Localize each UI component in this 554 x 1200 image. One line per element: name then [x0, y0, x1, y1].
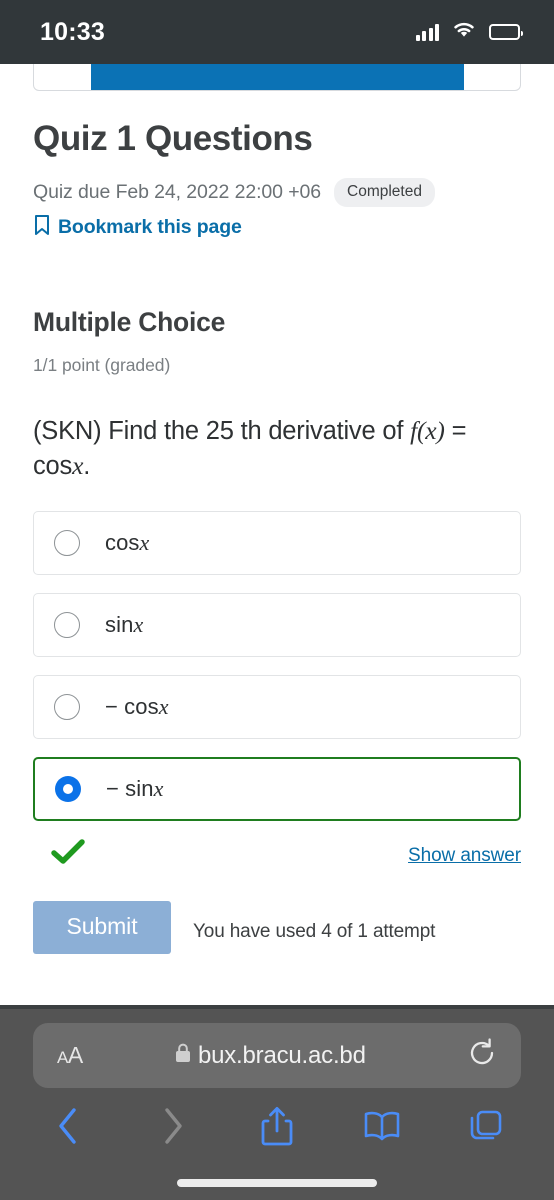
- ios-status-bar: 10:33: [0, 0, 554, 64]
- unit-sequence-nav[interactable]: [0, 64, 554, 91]
- answer-option-4[interactable]: − sinx: [33, 757, 521, 822]
- bookmark-link-label: Bookmark this page: [58, 216, 242, 239]
- problem-section-title: Multiple Choice: [33, 307, 226, 338]
- answer-option-1[interactable]: cosx: [33, 511, 521, 576]
- question-math-fx: f(x): [410, 416, 445, 446]
- address-bar[interactable]: AA bux.bracu.ac.bd: [33, 1023, 521, 1088]
- question-prefix: (SKN) Find the 25 th derivative of: [33, 417, 411, 446]
- lock-icon: [174, 1042, 192, 1069]
- due-date-text: Quiz due Feb 24, 2022 22:00 +06: [33, 181, 322, 204]
- page-content: Quiz 1 Questions Quiz due Feb 24, 2022 2…: [0, 91, 554, 955]
- show-answer-link[interactable]: Show answer: [408, 845, 521, 867]
- bookmark-icon: [33, 214, 51, 241]
- unit-nav-active-unit[interactable]: [91, 64, 464, 90]
- tabs-button[interactable]: [458, 1100, 514, 1152]
- address-bar-center[interactable]: bux.bracu.ac.bd: [73, 1042, 467, 1070]
- green-check-icon: [51, 839, 85, 872]
- attempt-count-text: You have used 4 of 1 attempt: [193, 921, 436, 943]
- submit-button[interactable]: Submit: [33, 901, 171, 955]
- cellular-signal-icon: [415, 23, 439, 41]
- status-badge: Completed: [334, 178, 435, 208]
- answer-option-2[interactable]: sinx: [33, 593, 521, 658]
- question-suffix: .: [83, 452, 91, 481]
- question-math-cos: cos: [33, 452, 73, 481]
- safari-bottom-chrome: AA bux.bracu.ac.bd: [0, 1005, 554, 1200]
- answer-option-3[interactable]: − cosx: [33, 675, 521, 740]
- back-button[interactable]: [40, 1100, 96, 1152]
- radio-button-2[interactable]: [54, 612, 80, 639]
- wifi-icon: [452, 21, 476, 44]
- bookmarks-button[interactable]: [354, 1100, 410, 1152]
- page-title: Quiz 1 Questions: [33, 119, 313, 158]
- bookmark-this-page-link[interactable]: Bookmark this page: [33, 214, 521, 241]
- answer-options-list: cosx sinx − cosx − sinx: [33, 511, 521, 822]
- home-indicator: [177, 1179, 377, 1187]
- unit-nav-prev-slot[interactable]: [34, 64, 91, 90]
- question-equals: =: [444, 417, 467, 446]
- battery-icon: [489, 24, 523, 40]
- radio-button-1[interactable]: [54, 530, 80, 557]
- question-math-var: x: [72, 451, 84, 481]
- answer-option-2-label: sinx: [105, 612, 144, 638]
- problem-points-line: 1/1 point (graded): [33, 355, 171, 376]
- url-text: bux.bracu.ac.bd: [197, 1041, 366, 1069]
- unit-sequence-strip[interactable]: [33, 64, 521, 91]
- radio-button-4[interactable]: [55, 776, 81, 803]
- submit-row: Submit You have used 4 of 1 attempt: [33, 901, 521, 955]
- safari-toolbar: [0, 1095, 554, 1157]
- answer-option-1-label: cosx: [105, 530, 150, 556]
- feedback-row: Show answer: [33, 839, 521, 872]
- radio-button-3[interactable]: [54, 694, 80, 721]
- share-button[interactable]: [249, 1100, 305, 1152]
- forward-button[interactable]: [145, 1100, 201, 1152]
- answer-option-4-label: − sinx: [106, 776, 164, 802]
- reload-icon[interactable]: [467, 1038, 497, 1073]
- question-prompt: (SKN) Find the 25 th derivative of f(x) …: [33, 414, 521, 484]
- phone-screen: 10:33 Quiz 1 Questions Quiz due Feb 24, …: [0, 0, 554, 1200]
- status-bar-indicators: [415, 21, 523, 44]
- status-bar-clock: 10:33: [40, 17, 105, 46]
- answer-option-3-label: − cosx: [105, 694, 169, 720]
- chrome-top-divider: [0, 1005, 554, 1009]
- due-row: Quiz due Feb 24, 2022 22:00 +06 Complete…: [33, 178, 521, 208]
